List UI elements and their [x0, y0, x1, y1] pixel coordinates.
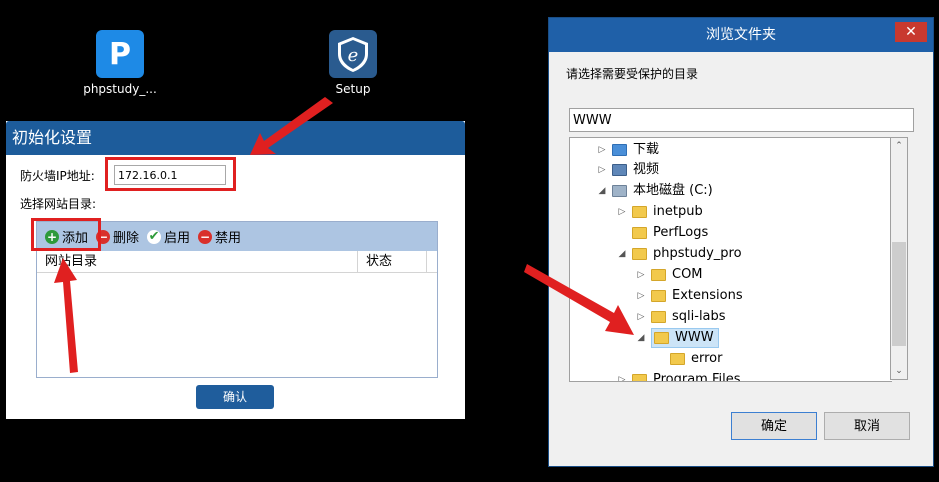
arrow-to-www-folder — [524, 264, 634, 335]
annotation-arrows — [54, 97, 634, 373]
arrow-to-add-button — [54, 258, 78, 373]
arrow-to-setup-icon — [250, 97, 333, 155]
